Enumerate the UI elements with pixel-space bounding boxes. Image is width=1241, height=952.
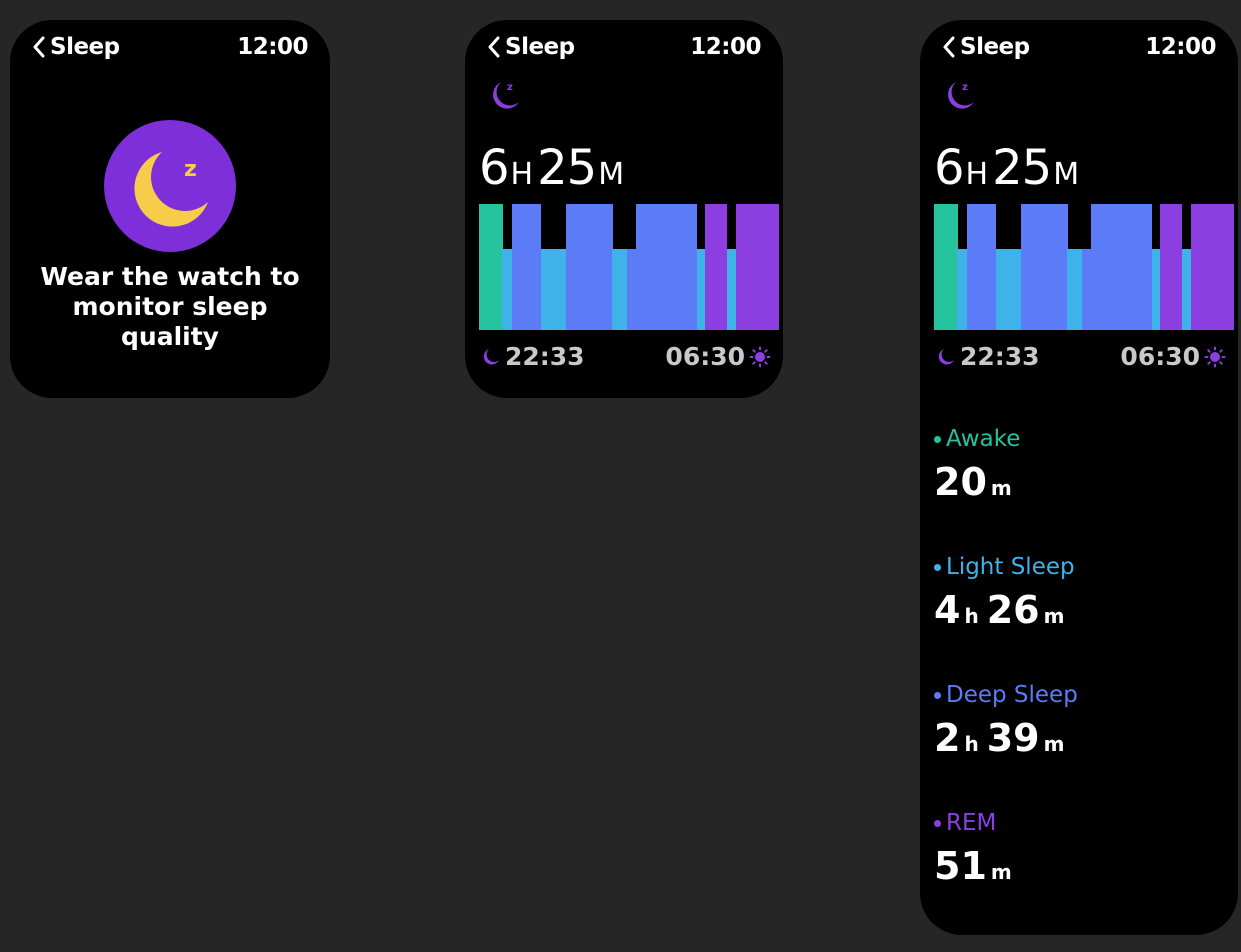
watch-screen-detail[interactable]: Sleep 12:00 z 6 H 25 M 22:33 06:30 Awake… <box>920 20 1238 935</box>
duration-hours-unit: H <box>965 157 989 192</box>
clock-time: 12:00 <box>237 34 308 60</box>
chart-segment-light-sleep <box>1067 249 1083 330</box>
chart-gap <box>557 204 566 250</box>
empty-state-message: Wear the watch to monitor sleep quality <box>40 262 300 351</box>
stage-label: Awake <box>934 426 1020 452</box>
sleep-time-range: 22:33 06:30 <box>936 342 1226 376</box>
sleep-end-time: 06:30 <box>665 342 745 371</box>
chart-segment-deep-sleep <box>967 204 997 330</box>
duration-minutes: 25 <box>992 140 1052 196</box>
header: Sleep 12:00 <box>487 34 761 68</box>
chart-gap <box>503 204 513 250</box>
sleep-end: 06:30 <box>665 342 771 371</box>
chart-gap <box>626 204 636 250</box>
header: Sleep 12:00 <box>32 34 308 68</box>
back-label: Sleep <box>960 34 1030 60</box>
back-button[interactable]: Sleep <box>942 34 1030 60</box>
watch-screen-summary: Sleep 12:00 z 6 H 25 M 22:33 06:30 <box>465 20 783 398</box>
chart-segment-light-sleep <box>541 249 567 330</box>
stage-awake: Awake 20 m <box>934 426 1020 504</box>
back-button[interactable]: Sleep <box>32 34 120 60</box>
stage-value: 51 m <box>934 844 1012 888</box>
back-label: Sleep <box>505 34 575 60</box>
chart-segment-deep-sleep <box>626 204 697 330</box>
stage-value: 20 m <box>934 460 1012 504</box>
chart-segment-deep-sleep <box>566 204 613 330</box>
sleep-stage-chart <box>479 204 779 330</box>
duration-minutes: 25 <box>537 140 597 196</box>
svg-text:z: z <box>507 82 513 93</box>
chart-segment-deep-sleep <box>1021 204 1068 330</box>
duration-hours: 6 <box>479 140 510 196</box>
clock-time: 12:00 <box>1145 34 1216 60</box>
chart-gap <box>958 204 968 250</box>
svg-text:z: z <box>962 82 968 93</box>
chart-segment-rem <box>1190 204 1234 330</box>
sleep-duration: 6 H 25 M <box>934 140 1083 196</box>
svg-text:z: z <box>184 157 197 182</box>
chart-segment-awake <box>479 204 503 330</box>
chart-segment-light-sleep <box>1181 249 1191 330</box>
sleep-duration: 6 H 25 M <box>479 140 628 196</box>
moon-icon <box>938 348 954 364</box>
chart-gap <box>1081 204 1091 250</box>
sleep-stage-chart <box>934 204 1234 330</box>
sleep-time-range: 22:33 06:30 <box>481 342 771 376</box>
stage-value: 2h 39 m <box>934 716 1065 760</box>
chart-segment-rem <box>705 204 728 330</box>
duration-hours-unit: H <box>510 157 534 192</box>
duration-minutes-unit: M <box>598 157 625 192</box>
sleep-start-time: 22:33 <box>960 342 1040 371</box>
stage-value: 4h 26 m <box>934 588 1065 632</box>
stage-light-sleep: Light Sleep 4h 26 m <box>934 554 1075 632</box>
chevron-left-icon <box>943 36 955 58</box>
sun-icon <box>749 346 771 367</box>
sleep-end: 06:30 <box>1120 342 1226 371</box>
stage-label: REM <box>934 810 1020 836</box>
moon-icon <box>483 348 499 364</box>
chart-segment-light-sleep <box>996 249 1022 330</box>
sleep-start-time: 22:33 <box>505 342 585 371</box>
back-button[interactable]: Sleep <box>487 34 575 60</box>
duration-hours: 6 <box>934 140 965 196</box>
chart-segment-deep-sleep <box>1081 204 1152 330</box>
chart-segment-light-sleep <box>726 249 736 330</box>
clock-time: 12:00 <box>690 34 761 60</box>
chart-segment-rem <box>735 204 779 330</box>
stage-deep-sleep: Deep Sleep 2h 39 m <box>934 682 1078 760</box>
chevron-left-icon <box>33 36 45 58</box>
watch-screen-empty: Sleep 12:00 z Wear the watch to monitor … <box>10 20 330 398</box>
sleep-start: 22:33 <box>481 342 585 371</box>
sun-icon <box>1204 346 1226 367</box>
sleep-moon-icon: z <box>493 82 519 109</box>
chart-segment-awake <box>934 204 958 330</box>
chart-gap <box>1012 204 1021 250</box>
sleep-moon-icon: z <box>104 120 236 252</box>
stage-rem: REM 51 m <box>934 810 1020 888</box>
chart-segment-light-sleep <box>696 249 706 330</box>
sleep-end-time: 06:30 <box>1120 342 1200 371</box>
header: Sleep 12:00 <box>942 34 1216 68</box>
chart-segment-rem <box>1160 204 1183 330</box>
chart-segment-light-sleep <box>612 249 628 330</box>
chevron-left-icon <box>488 36 500 58</box>
sleep-moon-icon: z <box>948 82 974 109</box>
duration-minutes-unit: M <box>1053 157 1080 192</box>
stage-label: Light Sleep <box>934 554 1075 580</box>
sleep-start: 22:33 <box>936 342 1040 371</box>
chart-segment-light-sleep <box>1151 249 1161 330</box>
back-label: Sleep <box>50 34 120 60</box>
stage-label: Deep Sleep <box>934 682 1078 708</box>
chart-segment-deep-sleep <box>512 204 542 330</box>
